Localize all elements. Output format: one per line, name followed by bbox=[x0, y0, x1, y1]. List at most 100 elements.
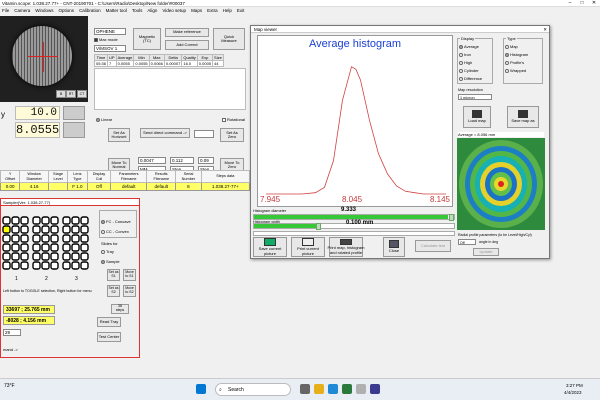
menu-item[interactable]: Tools bbox=[132, 8, 143, 13]
send-direct-command-button[interactable]: Send direct command -> bbox=[140, 128, 190, 138]
display-option[interactable]: High bbox=[459, 60, 472, 65]
value2-input[interactable]: 0.112 bbox=[170, 157, 194, 164]
tray-slot[interactable] bbox=[20, 234, 29, 243]
start-icon[interactable] bbox=[196, 384, 206, 394]
tray-slot[interactable] bbox=[11, 261, 20, 270]
readout-x-button[interactable] bbox=[63, 122, 85, 138]
menu-item[interactable]: Windows bbox=[35, 8, 53, 13]
value3-input[interactable]: 0.09 bbox=[198, 157, 214, 164]
menu-item[interactable]: Maps bbox=[191, 8, 202, 13]
display-option[interactable]: Difference bbox=[459, 76, 482, 81]
tray-slot[interactable] bbox=[71, 243, 80, 252]
make-reference-button[interactable]: Make reference bbox=[165, 28, 209, 37]
camera-b-button[interactable]: B bbox=[56, 90, 66, 98]
param-header[interactable]: Steps data bbox=[200, 170, 251, 183]
tray-slot[interactable] bbox=[2, 243, 11, 252]
param-header[interactable]: Serial Number bbox=[175, 170, 202, 183]
quick-measure-button[interactable]: Quick Measure bbox=[213, 28, 245, 50]
rotational-checkbox[interactable]: Rotational bbox=[222, 117, 245, 122]
param-header[interactable]: Display Coll bbox=[86, 170, 112, 183]
edge-icon[interactable] bbox=[328, 384, 338, 394]
param-header[interactable]: Window Diameter bbox=[19, 170, 49, 183]
tray-slot[interactable] bbox=[80, 234, 89, 243]
task-view-icon[interactable] bbox=[300, 384, 310, 394]
print-picture-button[interactable]: Print current picture bbox=[291, 237, 325, 257]
tray-slot[interactable] bbox=[71, 216, 80, 225]
menu-item[interactable]: Extra bbox=[207, 8, 218, 13]
tray-slot[interactable] bbox=[32, 261, 41, 270]
tray-slot[interactable] bbox=[11, 234, 20, 243]
tray-slot[interactable] bbox=[71, 252, 80, 261]
tray-slot[interactable] bbox=[50, 252, 59, 261]
test-center-button[interactable]: Test Center bbox=[97, 332, 121, 342]
tray-number-select[interactable]: 29 bbox=[3, 329, 21, 336]
magnetic-button[interactable]: Magnetic (TC) bbox=[133, 28, 161, 50]
tray-slot[interactable] bbox=[20, 216, 29, 225]
tray-slot[interactable] bbox=[20, 243, 29, 252]
search-input[interactable]: ⌕ Search bbox=[215, 383, 291, 396]
type-option[interactable]: Map bbox=[505, 44, 518, 49]
tray-slot[interactable] bbox=[71, 234, 80, 243]
linear-radio[interactable]: Linear bbox=[96, 117, 112, 122]
set-as-zero-button[interactable]: Set As Zero bbox=[220, 128, 244, 142]
set-as-horizontal-button[interactable]: Set As Horizont bbox=[108, 128, 130, 142]
menu-item[interactable]: Calibration bbox=[79, 8, 101, 13]
param-header[interactable]: Results Filename bbox=[146, 170, 177, 183]
file-explorer-icon[interactable] bbox=[314, 384, 324, 394]
tray-slot[interactable] bbox=[41, 261, 50, 270]
camera-ct-button[interactable]: CT bbox=[77, 90, 87, 98]
add-correct-button[interactable]: Add Correct bbox=[165, 40, 209, 50]
tray-slot[interactable] bbox=[11, 252, 20, 261]
minimize-button[interactable]: – bbox=[564, 0, 576, 7]
save-picture-button[interactable]: Save current picture bbox=[253, 237, 287, 257]
move-to-s1-button[interactable]: Move to S1 bbox=[123, 269, 136, 281]
calculate-test-button[interactable]: Calculate test bbox=[415, 240, 451, 252]
tray-slot[interactable] bbox=[32, 234, 41, 243]
tray-slot[interactable] bbox=[80, 252, 89, 261]
tray-slot[interactable] bbox=[62, 225, 71, 234]
tray-slot[interactable] bbox=[41, 243, 50, 252]
tray-slot[interactable] bbox=[2, 216, 11, 225]
tray-slot[interactable] bbox=[32, 216, 41, 225]
tray-slot[interactable] bbox=[11, 225, 20, 234]
display-option[interactable]: Cylinder bbox=[459, 68, 479, 73]
tray-slot[interactable] bbox=[2, 234, 11, 243]
app-icon[interactable] bbox=[356, 384, 366, 394]
tray-slot[interactable] bbox=[80, 216, 89, 225]
update-button[interactable]: Update bbox=[473, 248, 499, 256]
maximize-button[interactable]: □ bbox=[576, 0, 588, 7]
tray-slot[interactable] bbox=[50, 243, 59, 252]
tray-slot[interactable] bbox=[62, 234, 71, 243]
set-as-s2-button[interactable]: Set as S2 bbox=[107, 285, 120, 297]
tray-slot[interactable] bbox=[41, 234, 50, 243]
set-as-s1-button[interactable]: Set as S1 bbox=[107, 269, 120, 281]
param-header[interactable]: Stage Level bbox=[47, 170, 69, 183]
command-input[interactable] bbox=[194, 130, 214, 138]
fc-concave-radio[interactable]: FC - Concave bbox=[101, 219, 131, 224]
save-map-button[interactable]: Save map as bbox=[507, 106, 539, 128]
tray-slot[interactable] bbox=[62, 243, 71, 252]
tray-slot[interactable] bbox=[50, 225, 59, 234]
tray-slot[interactable] bbox=[62, 261, 71, 270]
display-option[interactable]: Average bbox=[459, 44, 479, 49]
tray-slot[interactable] bbox=[2, 252, 11, 261]
map-viewer-close-icon[interactable]: ✕ bbox=[543, 26, 547, 33]
tray-slot[interactable] bbox=[50, 261, 59, 270]
type-option[interactable]: Histogram bbox=[505, 52, 528, 57]
param-header[interactable]: Y Offset bbox=[0, 170, 21, 183]
tray-slot[interactable] bbox=[11, 216, 20, 225]
close-button[interactable]: ✕ bbox=[588, 0, 600, 7]
tray-slot[interactable] bbox=[41, 216, 50, 225]
close-button[interactable]: Close bbox=[383, 237, 405, 257]
mode-select[interactable]: OPHENE bbox=[94, 28, 126, 35]
tray-slot[interactable] bbox=[62, 252, 71, 261]
sample-radio[interactable]: Sample bbox=[101, 259, 120, 264]
value1-input[interactable]: 0.0047 bbox=[138, 157, 166, 164]
max-mode-checkbox[interactable]: Max mode bbox=[94, 37, 118, 42]
menu-item[interactable]: Matter tool bbox=[106, 8, 127, 13]
tray-slot[interactable] bbox=[20, 252, 29, 261]
tray-slot[interactable] bbox=[2, 225, 11, 234]
menu-item[interactable]: Options bbox=[59, 8, 75, 13]
readout-y-button[interactable] bbox=[63, 106, 85, 120]
tray-slot[interactable] bbox=[2, 261, 11, 270]
